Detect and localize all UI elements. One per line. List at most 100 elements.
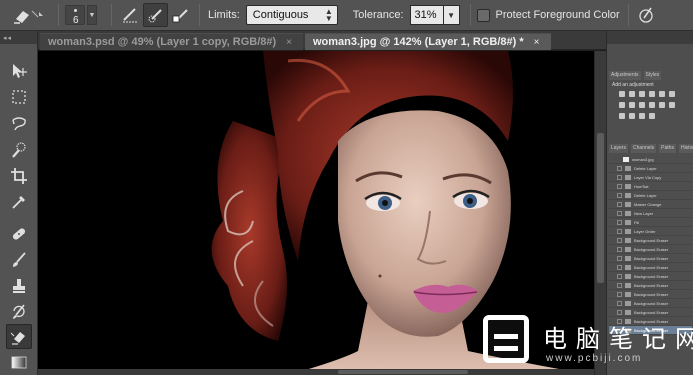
invert-icon[interactable] [669, 102, 675, 108]
close-icon[interactable]: × [534, 37, 540, 48]
history-list: woman3.jpg Delete Layer Layer Via Copy H… [609, 155, 692, 335]
history-step-icon [617, 165, 622, 171]
tab-paths[interactable]: Paths [659, 144, 676, 153]
history-item-label: Fill [634, 219, 640, 225]
brightness-icon[interactable] [619, 91, 625, 97]
history-item-label: Background Eraser [634, 273, 669, 279]
history-brush-tool-button[interactable] [6, 299, 32, 324]
black-white-icon[interactable] [629, 102, 635, 108]
photo-filter-icon[interactable] [639, 102, 645, 108]
vibrance-icon[interactable] [659, 91, 665, 97]
history-item[interactable]: Background Eraser [609, 263, 692, 272]
history-item[interactable]: Background Eraser [609, 272, 692, 281]
separator [627, 4, 629, 26]
move-tool-button[interactable] [6, 58, 32, 83]
tab-adjustments[interactable]: Adjustments [609, 71, 641, 80]
tab-history[interactable]: History [678, 144, 693, 153]
history-item[interactable]: New Layer [609, 209, 692, 218]
options-bar: 6 ▼ Limits: Contiguous ▲ ▼ Tolerance: 31%… [0, 0, 693, 31]
tab-woman3-psd[interactable]: woman3.psd @ 49% (Layer 1 copy, RGB/8#) … [40, 33, 303, 50]
chevron-down-icon[interactable]: ▼ [87, 5, 97, 25]
step-type-icon [625, 264, 631, 270]
history-item[interactable]: Background Eraser [609, 299, 692, 308]
eyedropper-tool-button[interactable] [6, 189, 32, 214]
tab-woman3-jpg[interactable]: woman3.jpg @ 142% (Layer 1, RGB/8#) * × [305, 33, 551, 50]
levels-icon[interactable] [629, 91, 635, 97]
quick-selection-tool-button[interactable] [6, 137, 32, 162]
separator [111, 4, 112, 26]
history-item[interactable]: Layer Via Copy [609, 173, 692, 182]
scroll-thumb[interactable] [597, 133, 604, 283]
step-type-icon [625, 237, 631, 243]
crop-tool-button[interactable] [6, 163, 32, 188]
history-item[interactable]: Delete Layer [609, 164, 692, 173]
move-icon [13, 63, 27, 78]
limits-select[interactable]: Contiguous ▲ ▼ [245, 5, 338, 25]
history-step-icon [617, 273, 622, 279]
step-type-icon [625, 246, 631, 252]
history-snapshot[interactable]: woman3.jpg [609, 155, 692, 164]
history-item-label: Hue/Sat [634, 183, 649, 189]
scroll-thumb[interactable] [338, 370, 468, 374]
eyedropper-icon [12, 195, 25, 209]
history-item[interactable]: Background Eraser [609, 254, 692, 263]
gradient-map-icon[interactable] [649, 113, 655, 119]
color-balance-icon[interactable] [619, 102, 625, 108]
crop-icon [11, 167, 27, 184]
tools-panel: ◂◂ [0, 31, 38, 375]
select-arrows-icon: ▲ ▼ [324, 7, 333, 23]
protect-foreground-checkbox[interactable] [476, 8, 490, 22]
history-item[interactable]: Background Eraser [609, 245, 692, 254]
history-item[interactable]: Master Change [609, 200, 692, 209]
history-item-label: woman3.jpg [632, 156, 654, 162]
history-item[interactable]: Hue/Sat [609, 182, 692, 191]
brush-size-picker[interactable]: 6 ▼ [65, 3, 105, 27]
history-item[interactable]: Background Eraser [609, 290, 692, 299]
selective-color-icon[interactable] [639, 113, 645, 119]
brush-tool-button[interactable] [6, 247, 32, 272]
tool-preset-picker[interactable] [8, 2, 52, 29]
history-item[interactable]: Layer Order [609, 227, 692, 236]
sampling-continuous-button[interactable] [118, 3, 143, 27]
history-step-icon [617, 174, 622, 180]
curves-icon[interactable] [639, 91, 645, 97]
color-lookup-icon[interactable] [659, 102, 665, 108]
threshold-icon[interactable] [629, 113, 635, 119]
tolerance-input[interactable]: 31% [409, 5, 444, 25]
step-type-icon [625, 183, 631, 189]
clone-stamp-tool-button[interactable] [6, 273, 32, 298]
tab-styles[interactable]: Styles [643, 71, 662, 80]
step-type-icon [625, 210, 631, 216]
panel-collapse-handle[interactable] [607, 31, 693, 44]
watermark-url: www.pcbiji.com [546, 353, 643, 364]
tablet-pressure-button[interactable] [635, 4, 657, 26]
channel-mixer-icon[interactable] [649, 102, 655, 108]
posterize-icon[interactable] [619, 113, 625, 119]
history-item[interactable]: Fill [609, 218, 692, 227]
exposure-icon[interactable] [649, 91, 655, 97]
sampling-once-button[interactable] [143, 3, 168, 27]
close-icon[interactable]: × [286, 37, 292, 48]
gradient-tool-button[interactable] [6, 349, 32, 374]
tab-layers[interactable]: Layers [609, 144, 629, 153]
tab-channels[interactable]: Channels [631, 144, 657, 153]
sampling-swatch-icon [172, 9, 188, 23]
lasso-icon [12, 116, 26, 130]
pen-pressure-icon [639, 7, 653, 23]
spot-healing-tool-button[interactable] [6, 221, 32, 246]
history-item-label: Layer Via Copy [634, 174, 662, 180]
hue-saturation-icon[interactable] [669, 91, 675, 97]
history-item[interactable]: Background Eraser [609, 236, 692, 245]
sampling-background-swatch-button[interactable] [168, 3, 193, 27]
lasso-tool-button[interactable] [6, 111, 32, 136]
history-item[interactable]: Delete Layer [609, 191, 692, 200]
tolerance-value: 31% [414, 9, 437, 21]
limits-value: Contiguous [252, 9, 309, 21]
chevron-down-icon[interactable]: ▼ [443, 5, 460, 25]
history-item[interactable]: Background Eraser [609, 281, 692, 290]
background-eraser-tool-button[interactable] [6, 324, 32, 349]
panel-collapse-handle[interactable]: ◂◂ [0, 31, 37, 44]
layers-panel-tabs: Layers Channels Paths History [609, 144, 693, 153]
snapshot-thumbnail-icon [623, 156, 629, 162]
marquee-tool-button[interactable] [6, 84, 32, 109]
